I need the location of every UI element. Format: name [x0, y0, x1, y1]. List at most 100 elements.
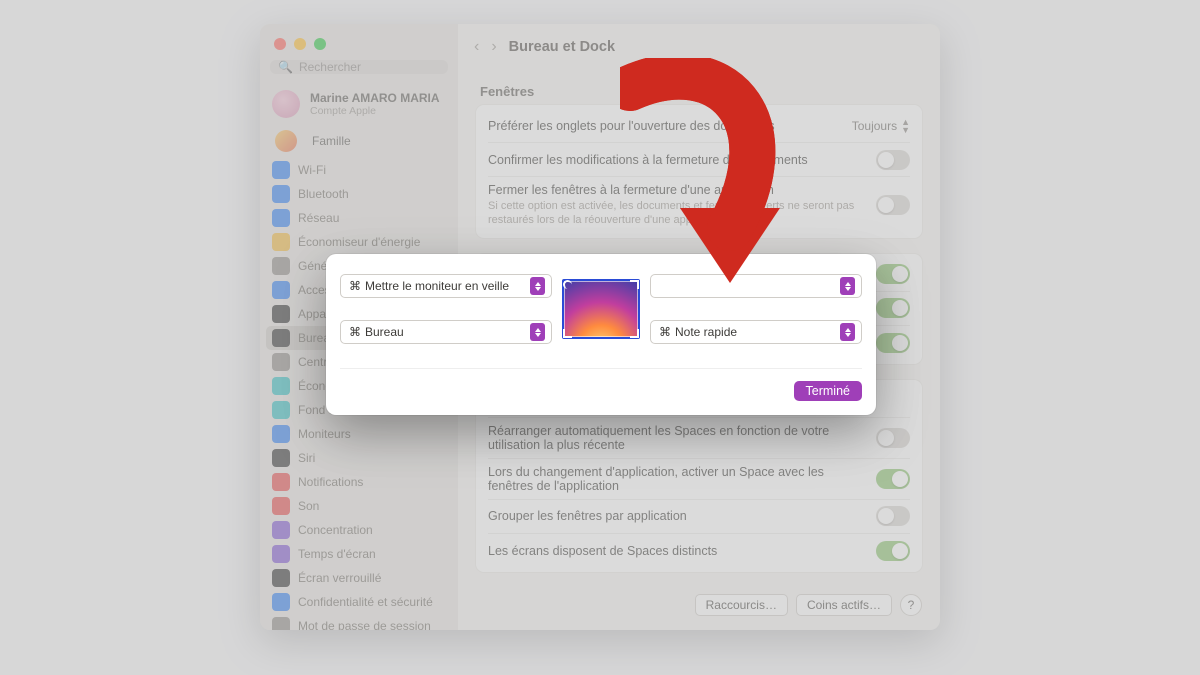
- sidebar-label: Concentration: [298, 523, 373, 537]
- group-row: Grouper les fenêtres par application: [488, 500, 910, 534]
- sidebar-item[interactable]: Bluetooth: [260, 182, 458, 206]
- sidebar-item[interactable]: Mot de passe de session: [260, 614, 458, 630]
- separate-toggle[interactable]: [876, 541, 910, 561]
- separate-label: Les écrans disposent de Spaces distincts: [488, 544, 866, 558]
- closewin-row: Fermer les fenêtres à la fermeture d'une…: [488, 177, 910, 234]
- family-row[interactable]: Famille: [260, 124, 458, 158]
- sidebar-label: Siri: [298, 451, 315, 465]
- sidebar-item[interactable]: Siri: [260, 446, 458, 470]
- sidebar-label: Réseau: [298, 211, 339, 225]
- stepper-icon: [840, 277, 855, 295]
- sidebar-label: Écran verrouillé: [298, 571, 381, 585]
- windows-card: Préférer les onglets pour l'ouverture de…: [476, 105, 922, 238]
- screen-preview: [562, 279, 640, 339]
- sidebar-icon: [272, 497, 290, 515]
- corner-bl-value: Bureau: [365, 325, 404, 339]
- sidebar-icon: [272, 569, 290, 587]
- sidebar-item[interactable]: Temps d'écran: [260, 542, 458, 566]
- closewin-sub: Si cette option est activée, les documen…: [488, 199, 866, 228]
- apple-id-row[interactable]: Marine AMARO MARIA Compte Apple: [260, 84, 458, 124]
- corner-top-right-select[interactable]: [650, 274, 862, 298]
- cmd-icon: ⌘: [659, 325, 671, 339]
- sidebar-label: Son: [298, 499, 319, 513]
- user-name: Marine AMARO MARIA: [310, 91, 440, 105]
- sidebar-icon: [272, 329, 290, 347]
- sidebar-item[interactable]: Réseau: [260, 206, 458, 230]
- stage-toggle-1[interactable]: [876, 264, 910, 284]
- search-placeholder: Rechercher: [299, 60, 361, 74]
- sidebar-icon: [272, 545, 290, 563]
- sidebar-icon: [272, 593, 290, 611]
- hot-corners-button[interactable]: Coins actifs…: [796, 594, 892, 616]
- shortcuts-button[interactable]: Raccourcis…: [695, 594, 788, 616]
- zoom-button[interactable]: [314, 38, 326, 50]
- sidebar-icon: [272, 281, 290, 299]
- switch-label: Lors du changement d'application, active…: [488, 465, 866, 493]
- sidebar-item[interactable]: Son: [260, 494, 458, 518]
- sidebar-icon: [272, 401, 290, 419]
- tabs-select[interactable]: Toujours ▲▼: [852, 118, 910, 134]
- sidebar-icon: [272, 521, 290, 539]
- sidebar-item[interactable]: Écran verrouillé: [260, 566, 458, 590]
- sidebar-item[interactable]: Concentration: [260, 518, 458, 542]
- corner-tl-value: Mettre le moniteur en veille: [365, 279, 509, 293]
- sidebar-icon: [272, 161, 290, 179]
- stage-toggle-3[interactable]: [876, 333, 910, 353]
- sidebar-icon: [272, 233, 290, 251]
- stepper-icon: [530, 277, 545, 295]
- sidebar-item[interactable]: Notifications: [260, 470, 458, 494]
- user-subtitle: Compte Apple: [310, 105, 440, 117]
- window-controls: [260, 34, 458, 60]
- sidebar-label: Temps d'écran: [298, 547, 376, 561]
- corner-bottom-left-select[interactable]: ⌘ Bureau: [340, 320, 552, 344]
- stage-toggle-2[interactable]: [876, 298, 910, 318]
- forward-button[interactable]: ›: [491, 38, 496, 56]
- sidebar-icon: [272, 353, 290, 371]
- family-label: Famille: [312, 134, 351, 148]
- sidebar-icon: [272, 449, 290, 467]
- sidebar-label: Économiseur d'énergie: [298, 235, 420, 249]
- back-button[interactable]: ‹: [474, 38, 479, 56]
- sidebar-item[interactable]: Moniteurs: [260, 422, 458, 446]
- switch-toggle[interactable]: [876, 469, 910, 489]
- corner-br-value: Note rapide: [675, 325, 737, 339]
- corner-bottom-right-select[interactable]: ⌘ Note rapide: [650, 320, 862, 344]
- closewin-label: Fermer les fenêtres à la fermeture d'une…: [488, 183, 866, 197]
- sidebar-icon: [272, 473, 290, 491]
- tabs-row: Préférer les onglets pour l'ouverture de…: [488, 109, 910, 143]
- footer-buttons: Raccourcis… Coins actifs… ?: [476, 588, 922, 616]
- done-button[interactable]: Terminé: [794, 381, 862, 401]
- confirm-label: Confirmer les modifications à la fermetu…: [488, 153, 866, 167]
- group-toggle[interactable]: [876, 506, 910, 526]
- titlebar: ‹ › Bureau et Dock: [458, 24, 940, 70]
- windows-section-header: Fenêtres: [476, 74, 922, 105]
- separate-row: Les écrans disposent de Spaces distincts: [488, 534, 910, 568]
- sidebar-icon: [272, 305, 290, 323]
- rearrange-toggle[interactable]: [876, 428, 910, 448]
- closewin-toggle[interactable]: [876, 195, 910, 215]
- sidebar-item[interactable]: Wi-Fi: [260, 158, 458, 182]
- sidebar-icon: [272, 185, 290, 203]
- help-button[interactable]: ?: [900, 594, 922, 616]
- sidebar-label: Bluetooth: [298, 187, 349, 201]
- rearrange-row: Réarranger automatiquement les Spaces en…: [488, 418, 910, 459]
- search-icon: 🔍: [278, 60, 293, 74]
- corner-top-left-select[interactable]: ⌘ Mettre le moniteur en veille: [340, 274, 552, 298]
- close-button[interactable]: [274, 38, 286, 50]
- cmd-icon: ⌘: [349, 325, 361, 339]
- stepper-icon: [530, 323, 545, 341]
- sidebar-label: Wi-Fi: [298, 163, 326, 177]
- sidebar-label: Confidentialité et sécurité: [298, 595, 433, 609]
- sidebar-icon: [272, 377, 290, 395]
- sidebar-item[interactable]: Confidentialité et sécurité: [260, 590, 458, 614]
- confirm-toggle[interactable]: [876, 150, 910, 170]
- switch-row: Lors du changement d'application, active…: [488, 459, 910, 500]
- minimize-button[interactable]: [294, 38, 306, 50]
- stepper-icon: [840, 323, 855, 341]
- avatar: [272, 90, 300, 118]
- search-input[interactable]: 🔍 Rechercher: [270, 60, 448, 74]
- sidebar-label: Mot de passe de session: [298, 619, 431, 630]
- sidebar-label: Notifications: [298, 475, 363, 489]
- sidebar-icon: [272, 617, 290, 630]
- sidebar-item[interactable]: Économiseur d'énergie: [260, 230, 458, 254]
